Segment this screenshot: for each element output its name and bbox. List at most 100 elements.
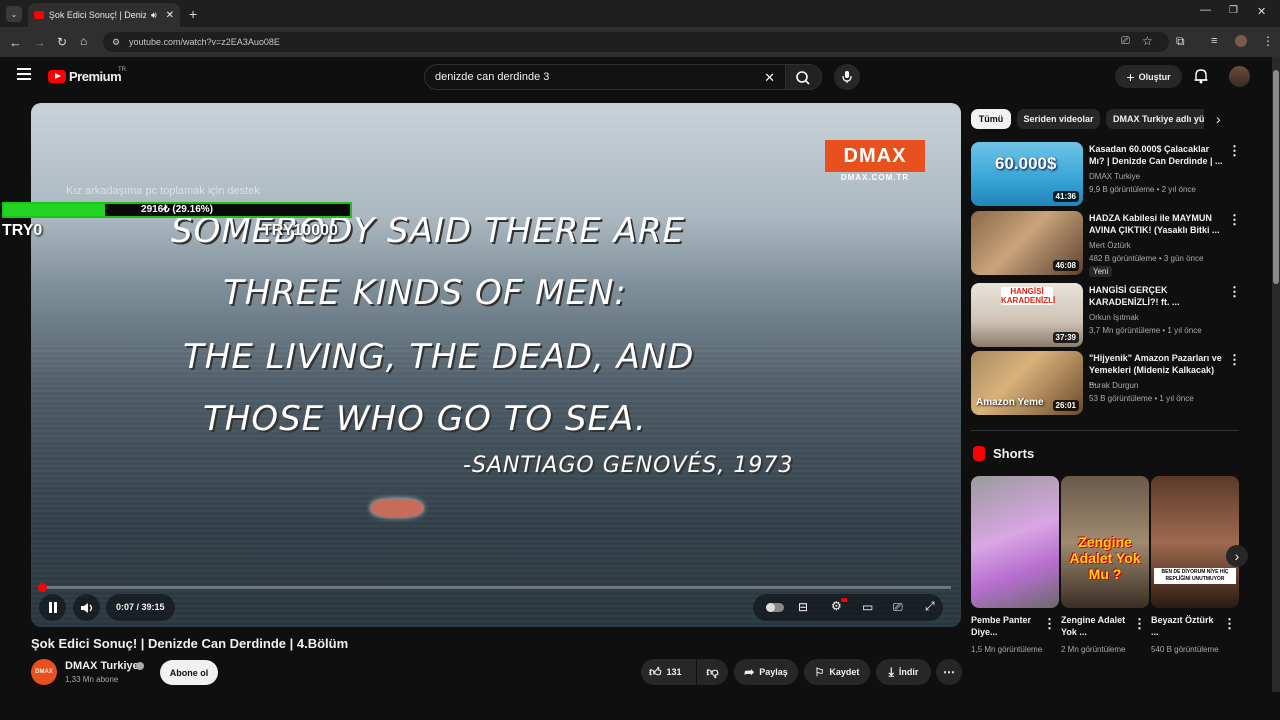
subtitles-icon[interactable]: ⊟ xyxy=(798,600,808,614)
browser-tab[interactable]: Şok Edici Sonuç! | Denizde C 🔊︎ ✕ xyxy=(28,3,180,27)
video-meta: 9,9 B görüntüleme • 2 yıl önce xyxy=(1089,185,1196,194)
chips-next-icon[interactable]: › xyxy=(1216,111,1221,127)
thumbnail-text: BEN DE DİYORUM NİYE HİÇ REPLİĞİNİ UNUTMU… xyxy=(1154,568,1236,584)
bookmark-star-icon[interactable]: ☆ xyxy=(1142,34,1153,48)
forward-button[interactable]: → xyxy=(33,35,46,50)
site-info-icon[interactable]: ⚙ xyxy=(112,37,120,48)
extensions-icon[interactable]: ⧉ xyxy=(1176,34,1185,49)
more-options-icon[interactable]: ⋮ xyxy=(1133,616,1146,632)
video-player[interactable]: DMAX DMAX.COM.TR SOMEBODY SAID THERE ARE… xyxy=(31,103,961,627)
new-tab-button[interactable]: + xyxy=(189,6,197,22)
browser-menu-icon[interactable]: ⋮ xyxy=(1262,34,1274,48)
dislike-button[interactable]: 👎︎ xyxy=(697,659,728,685)
profile-avatar[interactable] xyxy=(1235,35,1247,47)
save-button[interactable]: ⚐ Kaydet xyxy=(804,659,870,685)
short-views: 540 B görüntüleme xyxy=(1151,645,1219,654)
subscriber-count: 1,33 Mn abone xyxy=(65,675,119,684)
shorts-next-button[interactable]: › xyxy=(1226,545,1248,567)
clear-search-icon[interactable]: ✕ xyxy=(764,70,775,86)
video-thumbnail: Amazon Yeme 26:01 xyxy=(971,351,1083,415)
scrollbar-thumb[interactable] xyxy=(1273,70,1279,284)
bookmark-icon: ⚐ xyxy=(814,666,825,679)
search-button[interactable] xyxy=(786,64,822,90)
url-text: youtube.com/watch?v=z2EA3Auo08E xyxy=(129,37,280,47)
chip-series[interactable]: Seriden videolar xyxy=(1017,109,1100,129)
new-badge: Yeni xyxy=(1089,266,1113,277)
cast-icon[interactable]: ⎚ xyxy=(893,600,903,615)
related-video-3[interactable]: HANGİSİ KARADENİZLİ 37:39 HANGİSİ GERÇEK… xyxy=(971,283,1241,347)
boat-image xyxy=(371,499,423,517)
scrubber-handle[interactable] xyxy=(38,583,47,592)
more-options-icon[interactable]: ⋮ xyxy=(1228,212,1241,228)
like-count: 131 xyxy=(666,667,682,677)
video-progress-bar[interactable] xyxy=(38,583,951,592)
short-item-3[interactable]: BEN DE DİYORUM NİYE HİÇ REPLİĞİNİ UNUTMU… xyxy=(1151,476,1239,676)
video-channel: Mert Öztürk xyxy=(1089,241,1131,250)
back-button[interactable]: ← xyxy=(9,35,22,50)
short-thumbnail: BEN DE DİYORUM NİYE HİÇ REPLİĞİNİ UNUTMU… xyxy=(1151,476,1239,608)
account-avatar[interactable] xyxy=(1229,66,1250,87)
video-channel: Orkun Işıtmak xyxy=(1089,313,1139,322)
quote-line-2: THREE KINDS OF MEN: xyxy=(223,273,627,313)
more-horizontal-icon: ⋯ xyxy=(943,665,955,679)
sea-surface xyxy=(31,343,961,627)
voice-search-button[interactable] xyxy=(834,64,860,90)
video-channel: DMAX Turkiye xyxy=(1089,172,1141,181)
video-meta: 482 B görüntüleme • 3 gün önce xyxy=(1089,254,1204,263)
window-close-button[interactable]: ✕ xyxy=(1257,5,1266,18)
chip-channel[interactable]: DMAX Turkiye adlı yü xyxy=(1106,109,1204,129)
video-meta: 3,7 Mn görüntüleme • 1 yıl önce xyxy=(1089,326,1202,335)
more-options-icon[interactable]: ⋮ xyxy=(1228,143,1241,159)
shorts-heading: Shorts xyxy=(993,446,1035,461)
like-button[interactable]: 👍︎ 131 xyxy=(641,659,696,685)
fullscreen-icon[interactable]: ⤢ xyxy=(925,599,935,614)
media-control-icon[interactable]: ≡ xyxy=(1211,35,1217,47)
video-title: HANGİSİ GERÇEK KARADENİZLİ?! ft. ... xyxy=(1089,285,1180,307)
notifications-button[interactable] xyxy=(1193,68,1209,84)
thumbnail-text: Amazon Yeme xyxy=(976,397,1044,408)
pause-button[interactable] xyxy=(39,594,66,621)
search-input[interactable]: denizde can derdinde 3 ✕ xyxy=(424,64,786,90)
tab-close-icon[interactable]: ✕ xyxy=(166,10,174,21)
short-item-1[interactable]: Pembe Panter Diye... 1,5 Mn görüntüleme … xyxy=(971,476,1059,676)
hamburger-menu-icon[interactable] xyxy=(17,68,31,80)
reload-button[interactable]: ↻ xyxy=(57,35,67,49)
tab-list-button[interactable]: ⌄ xyxy=(6,6,22,22)
home-button[interactable]: ⌂ xyxy=(80,34,87,48)
download-button[interactable]: ⤓ İndir xyxy=(876,659,931,685)
more-options-icon[interactable]: ⋮ xyxy=(1228,352,1241,368)
plus-icon: + xyxy=(1126,68,1135,85)
autoplay-toggle[interactable] xyxy=(766,603,784,612)
search-icon xyxy=(796,71,810,85)
download-icon: ⤓ xyxy=(888,664,894,679)
related-video-1[interactable]: 60.000$ 41:36 Kasadan 60.000$ Çalacaklar… xyxy=(971,142,1241,206)
install-app-icon[interactable]: ⎚ xyxy=(1121,35,1130,48)
minimize-button[interactable]: — xyxy=(1200,4,1211,16)
theater-mode-icon[interactable]: ▭ xyxy=(862,600,873,614)
donation-progress-bar: 2916₺ (29.16%) xyxy=(2,202,352,218)
related-video-4[interactable]: Amazon Yeme 26:01 "Hijyenik" Amazon Paza… xyxy=(971,351,1241,415)
restore-button[interactable]: ❐ xyxy=(1229,5,1238,16)
donation-progress-text: 2916₺ (29.16%) xyxy=(141,204,213,215)
youtube-favicon-icon xyxy=(34,11,44,19)
mute-button[interactable] xyxy=(73,594,100,621)
subscribe-button[interactable]: Abone ol xyxy=(160,660,218,685)
share-button[interactable]: ➦ Paylaş xyxy=(734,659,798,685)
save-label: Kaydet xyxy=(829,667,860,677)
chip-all[interactable]: Tümü xyxy=(971,109,1011,129)
address-bar[interactable]: ⚙ youtube.com/watch?v=z2EA3Auo08E xyxy=(103,32,1169,52)
related-video-2[interactable]: 46:08 HADZA Kabilesi ile MAYMUN AVINA ÇI… xyxy=(971,211,1241,277)
short-item-2[interactable]: Zengine Adalet Yok Mu ? Zengine Adalet Y… xyxy=(1061,476,1149,676)
more-options-icon[interactable]: ⋮ xyxy=(1228,284,1241,300)
more-actions-button[interactable]: ⋯ xyxy=(936,659,962,685)
short-views: 2 Mn görüntüleme xyxy=(1061,645,1126,654)
more-options-icon[interactable]: ⋮ xyxy=(1043,616,1056,632)
youtube-logo[interactable]: Premium xyxy=(48,69,122,84)
channel-name[interactable]: DMAX Turkiye xyxy=(65,660,139,672)
thumbnail-text: 60.000$ xyxy=(995,154,1057,173)
more-options-icon[interactable]: ⋮ xyxy=(1223,616,1236,632)
logo-text: Premium xyxy=(69,69,122,84)
channel-avatar[interactable]: DMAX xyxy=(31,659,57,685)
shorts-logo-icon xyxy=(973,446,985,461)
create-button[interactable]: + Oluştur xyxy=(1115,65,1182,88)
